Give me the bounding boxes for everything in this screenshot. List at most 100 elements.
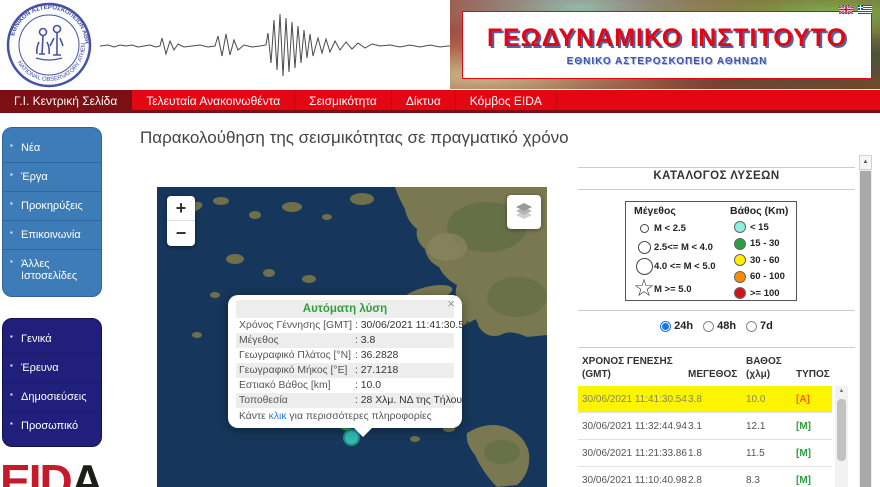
sidebar-item[interactable]: ▪ Νέα: [3, 134, 101, 163]
depth-color-icon: [730, 254, 750, 267]
panel-scrollbar-thumb[interactable]: [860, 171, 871, 487]
more-info-link[interactable]: κλικ: [269, 411, 287, 422]
magnitude-legend-item: M < 2.5: [634, 219, 722, 238]
radio-icon: [746, 320, 758, 332]
time-filter-group: 24h 48h 7d: [578, 320, 855, 332]
magnitude-legend-title: Μέγεθος: [634, 205, 676, 217]
table-row[interactable]: 30/06/2021 11:41:30.54 3.8 10.0 [A]: [578, 386, 832, 413]
popup-row-value: : 27.1218: [355, 365, 399, 376]
uk-flag-icon[interactable]: [839, 5, 853, 14]
cell-depth: 10.0: [746, 394, 766, 405]
table-scrollbar-thumb[interactable]: [837, 399, 846, 461]
table-row[interactable]: 30/06/2021 11:32:44.94 3.1 12.1 [M]: [578, 413, 832, 440]
nav-item[interactable]: Σεισμικότητα: [295, 90, 392, 110]
sidebar-item[interactable]: ▪ Έργα: [3, 163, 101, 192]
popup-row-label: Χρόνος Γέννησης [GMT]: [239, 320, 352, 331]
popup-row-label: Γεωγραφικό Μήκος [°E]: [239, 365, 348, 376]
nav-item[interactable]: Δίκτυα: [392, 90, 456, 110]
depth-color-icon: [730, 287, 750, 300]
cell-depth: 11.5: [746, 448, 765, 459]
magnitude-symbol-icon: [634, 224, 654, 233]
eida-logo-letter: I: [28, 455, 42, 487]
close-icon[interactable]: ×: [447, 297, 455, 310]
cell-magnitude: 1.8: [688, 448, 702, 459]
popup-row-value: : 28 Χλμ. ΝΔ της Τήλου: [355, 395, 463, 406]
eida-logo-letter: A: [70, 455, 104, 487]
depth-legend-item: 15 - 30: [730, 236, 796, 253]
magnitude-symbol-icon: [634, 258, 654, 275]
sidebar-item[interactable]: ▪ Γενικά: [3, 325, 101, 354]
popup-row-value: : 10.0: [355, 380, 381, 391]
popup-row-value: : 30/06/2021 11:41:30.54: [355, 320, 470, 331]
popup-row: Τοποθεσία : 28 Χλμ. ΝΔ της Τήλου: [236, 393, 462, 408]
observatory-seal-logo[interactable]: ΕΘΝΙΚΟΝ ΑΣΤΕΡΟΣΚΟΠΕΙΟΝ ΑΘΗΝΩΝ NATIONAL O…: [4, 0, 92, 88]
cell-depth: 12.1: [746, 421, 766, 432]
table-row[interactable]: 30/06/2021 11:21:33.86 1.8 11.5 [M]: [578, 440, 832, 467]
popup-title: Αυτόματη λύση: [236, 300, 454, 318]
bullet-icon: ▪: [10, 199, 13, 208]
bullet-icon: ▪: [10, 390, 13, 399]
eida-logo[interactable]: EIDA: [0, 458, 120, 487]
earthquake-table: 30/06/2021 11:41:30.54 3.8 10.0 [A] 30/0…: [578, 386, 832, 487]
sidebar-group-info: ▪ Νέα ▪ Έργα ▪ Προκηρύξεις ▪ Επικοινωνία…: [2, 127, 102, 297]
panel-scrollbar[interactable]: ▲: [859, 155, 872, 487]
cell-magnitude: 3.1: [688, 421, 702, 432]
cell-type: [M]: [796, 421, 811, 432]
popup-row: Γεωγραφικό Μήκος [°E] : 27.1218: [236, 363, 454, 378]
cell-time: 30/06/2021 11:41:30.54: [582, 394, 687, 405]
seismicity-map[interactable]: + − × Αυτόματη λύση Χρόνος Γέννησης [GMT…: [157, 187, 547, 487]
map-zoom-control: + −: [167, 196, 195, 246]
page: ΕΘΝΙΚΟΝ ΑΣΤΕΡΟΣΚΟΠΕΙΟΝ ΑΘΗΝΩΝ NATIONAL O…: [0, 0, 880, 487]
cell-type: [M]: [796, 448, 811, 459]
popup-rows: Χρόνος Γέννησης [GMT] : 30/06/2021 11:41…: [236, 318, 470, 408]
scroll-up-icon[interactable]: ▲: [835, 386, 848, 397]
zoom-out-button[interactable]: −: [167, 221, 195, 246]
sidebar-group-institute: ▪ Γενικά ▪ Έρευνα ▪ Δημοσιεύσεις ▪ Προσω…: [2, 318, 102, 447]
table-row[interactable]: 30/06/2021 11:10:40.98 2.8 8.3 [M]: [578, 467, 832, 487]
table-scrollbar[interactable]: ▲: [835, 386, 848, 487]
depth-color-icon: [730, 270, 750, 283]
depth-color-icon: [730, 237, 750, 250]
scroll-up-icon[interactable]: ▲: [859, 155, 872, 170]
header: ΕΘΝΙΚΟΝ ΑΣΤΕΡΟΣΚΟΠΕΙΟΝ ΑΘΗΝΩΝ NATIONAL O…: [0, 0, 880, 90]
sidebar-item[interactable]: ▪ Προσωπικό: [3, 412, 101, 440]
magnitude-symbol-icon: ☆: [633, 275, 655, 302]
depth-legend: Βάθος (Km) < 15 15 - 30 30 - 60 60 - 100…: [722, 202, 796, 300]
col-header-type: ΤΥΠΟΣ: [796, 368, 830, 380]
col-header-time: ΧΡΟΝΟΣ ΓΕΝΕΣΗΣ (GMT): [582, 356, 673, 380]
cell-time: 30/06/2021 11:32:44.94: [582, 421, 687, 432]
cell-magnitude: 2.8: [688, 475, 702, 486]
divider: [578, 189, 855, 190]
seismogram-trace: [100, 13, 452, 77]
time-filter-radio[interactable]: 24h: [660, 320, 693, 332]
nav-item[interactable]: Κόμβος EIDA: [456, 90, 557, 110]
bullet-icon: ▪: [10, 257, 13, 266]
sidebar-item[interactable]: ▪ Δημοσιεύσεις: [3, 383, 101, 412]
layers-button[interactable]: [507, 195, 541, 229]
cell-type: [A]: [796, 394, 810, 405]
eida-logo-letter: E: [0, 455, 31, 487]
divider: [578, 310, 855, 311]
time-filter-radio[interactable]: 7d: [746, 320, 773, 332]
nav-item[interactable]: Τελευταία Ανακοινωθέντα: [132, 90, 296, 110]
nav-item[interactable]: Γ.Ι. Κεντρική Σελίδα: [0, 90, 133, 110]
eida-logo-letter: D: [39, 455, 72, 487]
divider: [578, 347, 855, 348]
cell-magnitude: 3.8: [688, 394, 702, 405]
depth-legend-item: 30 - 60: [730, 252, 796, 269]
depth-legend-item: 60 - 100: [730, 269, 796, 286]
greece-flag-icon[interactable]: [858, 5, 872, 14]
time-filter-radio[interactable]: 48h: [703, 320, 736, 332]
radio-icon: [660, 320, 672, 332]
sidebar-item[interactable]: ▪ Προκηρύξεις: [3, 192, 101, 221]
institute-title: ΓΕΩΔΥΝΑΜΙΚΟ ΙΝΣΤΙΤΟΥΤΟ: [486, 23, 848, 52]
popup-row: Μέγεθος : 3.8: [236, 333, 454, 348]
bullet-icon: ▪: [10, 170, 13, 179]
sidebar-item[interactable]: ▪ Άλλες Ιστοσελίδες: [3, 250, 101, 290]
zoom-in-button[interactable]: +: [167, 196, 195, 221]
sidebar-item[interactable]: ▪ Έρευνα: [3, 354, 101, 383]
magnitude-legend-item: ☆ M >= 5.0: [633, 275, 692, 302]
sidebar-item[interactable]: ▪ Επικοινωνία: [3, 221, 101, 250]
bullet-icon: ▪: [10, 419, 13, 428]
popup-row: Γεωγραφικό Πλάτος [°N] : 36.2828: [236, 348, 454, 363]
